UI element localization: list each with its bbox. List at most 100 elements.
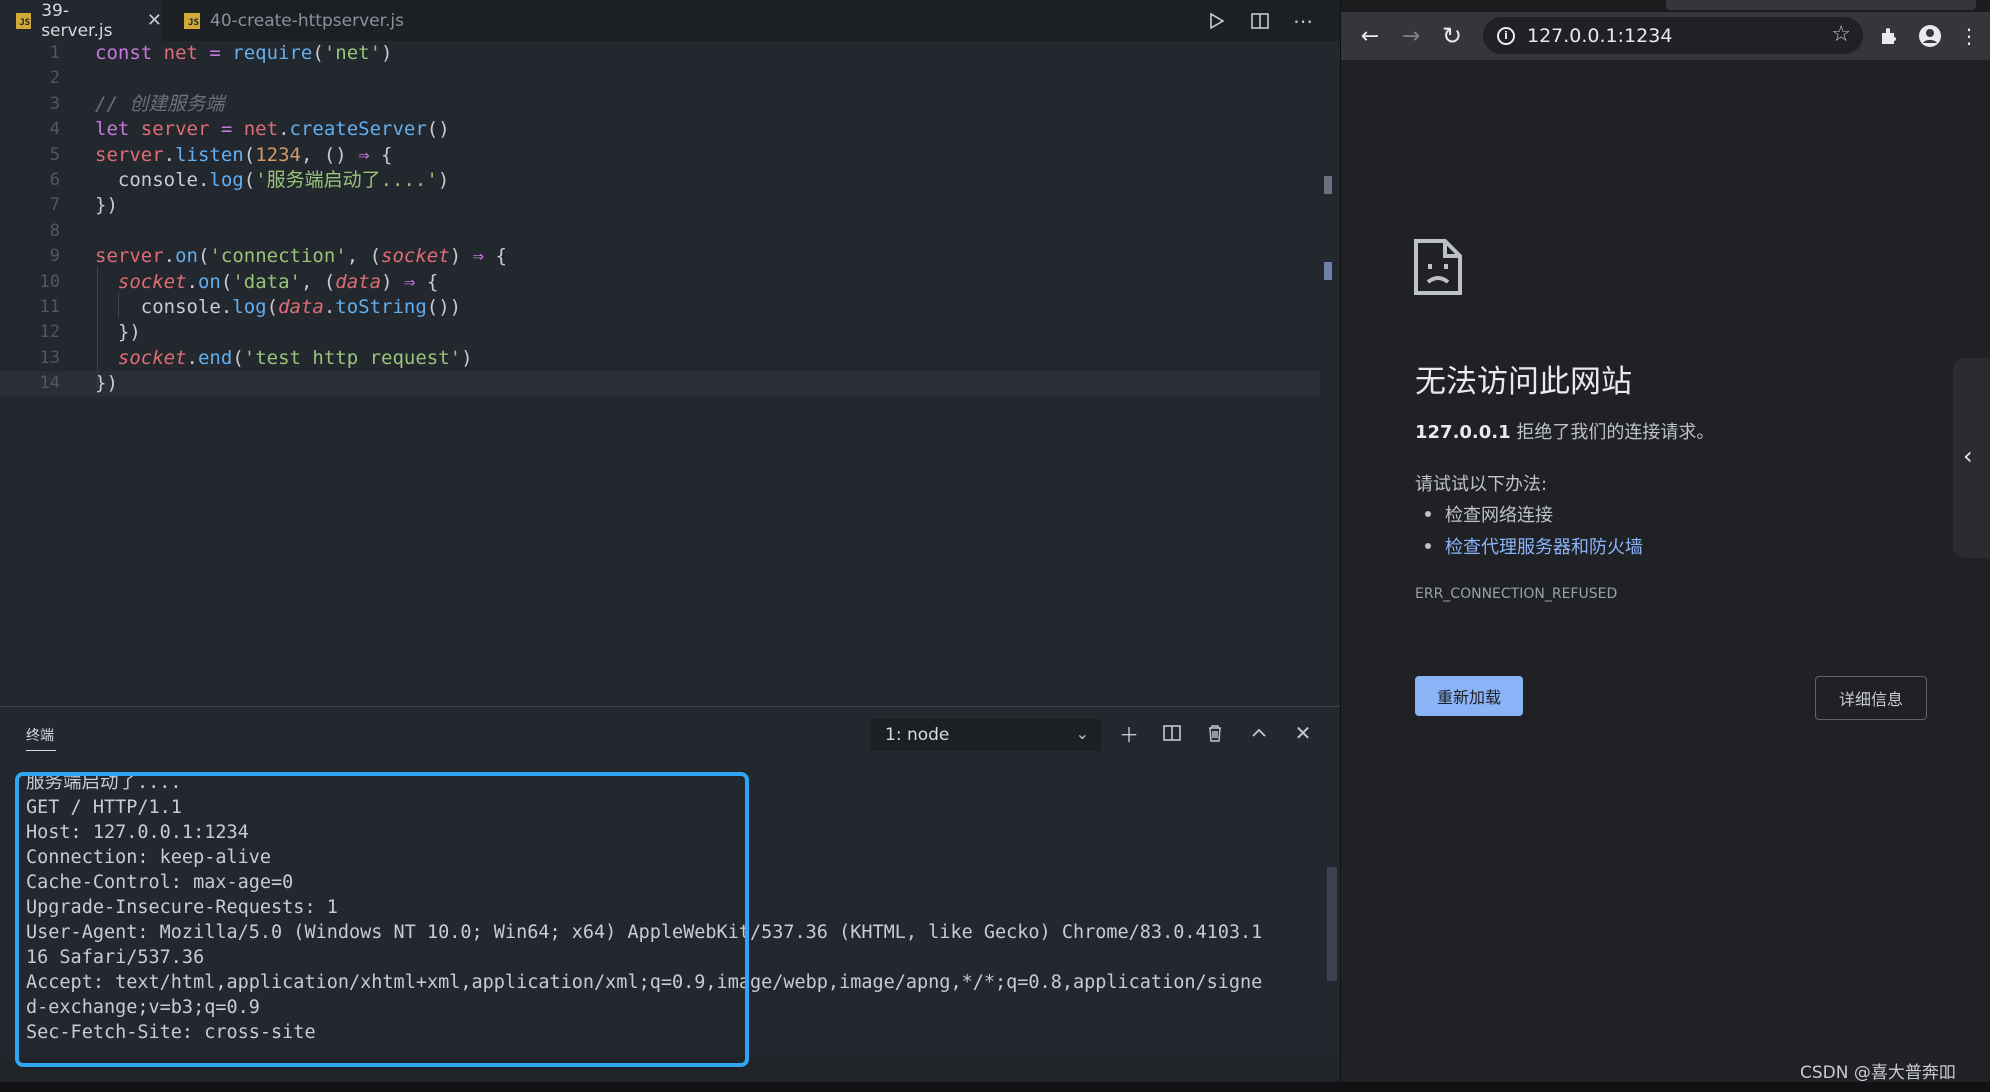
code-line[interactable]: 13 socket.end('test http request') xyxy=(0,346,1320,371)
code-token: ( xyxy=(266,295,279,318)
tab-39-server[interactable]: JS 39-server.js ✕ xyxy=(0,0,162,41)
code-token: 'test http request' xyxy=(243,346,462,369)
line-content: console.log('服务端启动了....') xyxy=(95,168,449,193)
terminal-scrollbar[interactable] xyxy=(1327,867,1337,981)
code-line[interactable]: 2 xyxy=(0,66,1320,91)
browser-tab[interactable] xyxy=(1666,0,1976,10)
line-content: }) xyxy=(95,320,141,345)
code-token: const xyxy=(95,42,164,64)
extensions-icon[interactable] xyxy=(1875,22,1903,50)
code-token: 1234 xyxy=(255,143,301,166)
code-token: net xyxy=(163,42,210,64)
code-token: . xyxy=(323,295,336,318)
code-token: toString xyxy=(335,295,427,318)
code-token: data xyxy=(335,270,382,293)
line-content: // 创建服务端 xyxy=(95,92,224,117)
address-bar[interactable]: i 127.0.0.1:1234 ☆ xyxy=(1483,17,1863,54)
code-token: server xyxy=(95,143,164,166)
close-panel-icon[interactable]: ✕ xyxy=(1289,719,1317,747)
code-token: ) xyxy=(449,245,473,268)
code-line[interactable]: 10 socket.on('data', (data) ⇒ { xyxy=(0,270,1320,295)
code-token: end xyxy=(197,346,233,369)
indent-guide xyxy=(118,292,119,318)
code-token: ( xyxy=(197,245,210,268)
maximize-panel-icon[interactable] xyxy=(1245,719,1273,747)
code-line[interactable]: 5 server.listen(1234, () ⇒ { xyxy=(0,143,1320,168)
line-number: 3 xyxy=(49,93,60,114)
line-number: 1 xyxy=(49,43,60,63)
reload-button[interactable]: 重新加载 xyxy=(1415,676,1523,716)
back-icon[interactable]: ← xyxy=(1356,22,1384,50)
code-token: ( xyxy=(243,168,256,191)
code-line[interactable]: 14}) xyxy=(0,371,1320,397)
code-line[interactable]: 11 console.log(data.toString()) xyxy=(0,295,1320,320)
code-token: . xyxy=(186,346,198,369)
code-token: }) xyxy=(95,372,118,395)
info-icon[interactable]: i xyxy=(1497,26,1515,45)
code-token: socket xyxy=(117,270,187,293)
code-token: , ( xyxy=(346,245,382,268)
chevron-left-icon: ‹ xyxy=(1963,442,1973,470)
code-token: ) xyxy=(461,346,473,369)
code-line[interactable]: 3 // 创建服务端 xyxy=(0,92,1320,117)
tab-40-create-httpserver[interactable]: JS 40-create-httpserver.js xyxy=(168,0,418,41)
code-line[interactable]: 12 }) xyxy=(0,320,1320,345)
code-token: on xyxy=(197,270,221,293)
profile-icon[interactable] xyxy=(1916,22,1944,50)
terminal-select[interactable]: 1: node ⌄ xyxy=(871,719,1101,751)
more-icon[interactable]: ⋯ xyxy=(1290,8,1316,34)
code-token: let xyxy=(95,118,141,141)
forward-icon[interactable]: → xyxy=(1397,22,1425,50)
watermark: CSDN @喜大普奔吅 xyxy=(1800,1063,1956,1083)
line-content: }) xyxy=(95,371,118,396)
code-token: , () xyxy=(300,143,359,166)
suggestion-text: 检查网络连接 xyxy=(1445,505,1553,526)
split-terminal-icon[interactable] xyxy=(1158,719,1186,747)
menu-icon[interactable]: ⋮ xyxy=(1955,22,1983,50)
line-number: 12 xyxy=(39,322,60,343)
code-token: socket xyxy=(381,245,450,268)
line-content: socket.end('test http request') xyxy=(95,346,473,371)
trash-icon[interactable] xyxy=(1201,719,1229,747)
code-token: { xyxy=(426,270,439,293)
code-token: // 创建服务端 xyxy=(95,92,225,115)
code-token: { xyxy=(381,143,393,166)
code-line[interactable]: 7}) xyxy=(0,193,1320,218)
code-line[interactable]: 9 server.on('connection', (socket) ⇒ { xyxy=(0,244,1320,269)
line-content: socket.on('data', (data) ⇒ { xyxy=(95,270,438,295)
code-token: 'connection' xyxy=(209,245,347,268)
error-code: ERR_CONNECTION_REFUSED xyxy=(1415,586,1618,602)
reload-icon[interactable]: ↻ xyxy=(1438,22,1466,50)
code-area[interactable]: 1 const net = require('net') 2 3// 创建服务端 4 le… xyxy=(0,41,1320,397)
code-token: console. xyxy=(95,295,233,318)
details-button[interactable]: 详细信息 xyxy=(1815,676,1927,720)
code-line[interactable]: 4 let server = net.createServer() xyxy=(0,117,1320,142)
proxy-firewall-link[interactable]: 检查代理服务器和防火墙 xyxy=(1445,533,1643,559)
code-line[interactable]: 1 const net = require('net') xyxy=(0,41,1320,66)
code-token: ⇒ xyxy=(472,245,496,268)
run-icon[interactable] xyxy=(1203,8,1229,34)
code-token: server xyxy=(95,245,164,268)
add-terminal-icon[interactable]: ＋ xyxy=(1115,719,1143,747)
side-panel-handle[interactable]: ‹ xyxy=(1953,358,1990,558)
code-token: ) xyxy=(381,42,393,64)
line-number: 5 xyxy=(49,144,60,165)
line-number: 13 xyxy=(39,347,60,368)
suggestion-item-link[interactable]: 检查代理服务器和防火墙 xyxy=(1425,533,1643,559)
code-token: log xyxy=(209,168,244,191)
close-icon[interactable]: ✕ xyxy=(147,10,162,31)
code-token: ⇒ xyxy=(358,143,382,166)
split-editor-icon[interactable] xyxy=(1247,8,1273,34)
bottom-strip xyxy=(0,1082,1990,1092)
code-token: ) xyxy=(381,270,404,293)
code-line[interactable]: 8 xyxy=(0,219,1320,244)
tab-underline xyxy=(26,750,56,751)
tab-terminal[interactable]: 终端 xyxy=(26,725,54,745)
code-token: 'net' xyxy=(323,42,382,64)
code-token: { xyxy=(495,245,507,268)
line-content: }) xyxy=(95,193,118,218)
code-line[interactable]: 6 console.log('服务端启动了....') xyxy=(0,168,1320,193)
star-icon[interactable]: ☆ xyxy=(1831,22,1851,47)
